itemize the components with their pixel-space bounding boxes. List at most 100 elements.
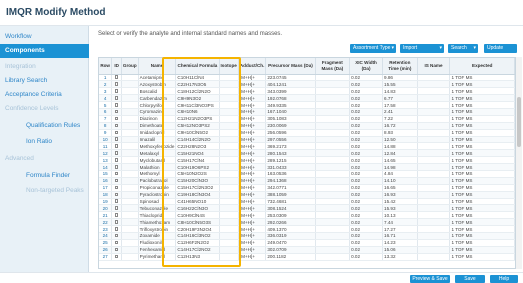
table-cell[interactable]: 0.02: [349, 156, 384, 165]
row-checkbox[interactable]: [114, 185, 119, 190]
table-cell[interactable]: 6.77: [382, 94, 418, 103]
table-cell[interactable]: 256.0596: [265, 129, 316, 137]
table-cell[interactable]: [417, 136, 451, 144]
name-cell[interactable]: Imidacloprid: [138, 129, 177, 137]
table-cell[interactable]: [M+H]+: [238, 156, 267, 165]
table-cell[interactable]: 1 TOF MS: [449, 163, 515, 171]
table-cell[interactable]: 0.02: [349, 163, 384, 171]
table-cell[interactable]: [121, 122, 139, 130]
name-cell[interactable]: Trifloxystrobin: [138, 225, 177, 233]
formula-cell[interactable]: C15H17Cl2N3O2: [175, 184, 220, 192]
column-header-is-name[interactable]: IS Name: [417, 58, 451, 75]
formula-cell[interactable]: C9H10ClN5O2: [175, 129, 220, 137]
table-cell[interactable]: 349.9335: [265, 101, 316, 109]
table-cell[interactable]: [219, 94, 239, 103]
row-select-cell[interactable]: [111, 74, 122, 82]
row-checkbox[interactable]: [114, 213, 119, 217]
table-cell[interactable]: [219, 136, 239, 144]
table-cell[interactable]: [417, 94, 451, 103]
table-row[interactable]: 13 Myclobutanil C15H17ClN4 [M+H]+ 289.1215 0.…: [99, 156, 515, 165]
name-cell[interactable]: Dimethoate: [138, 122, 177, 130]
name-cell[interactable]: Propiconazole: [138, 184, 177, 192]
row-select-cell[interactable]: [111, 170, 122, 178]
table-cell[interactable]: 200.1182: [265, 253, 316, 261]
table-cell[interactable]: [121, 115, 139, 123]
table-cell[interactable]: 1 TOF MS: [449, 239, 515, 247]
table-cell[interactable]: [219, 74, 239, 82]
table-cell[interactable]: [417, 142, 451, 151]
table-cell[interactable]: [M+H]+: [238, 94, 267, 103]
table-cell[interactable]: [417, 246, 451, 254]
table-cell[interactable]: 15.42: [382, 198, 418, 206]
table-cell[interactable]: 302.0709: [265, 246, 316, 254]
table-cell[interactable]: [417, 177, 451, 185]
sidebar-item-components[interactable]: Components: [0, 44, 89, 58]
table-cell[interactable]: [M+H]+: [238, 136, 267, 144]
table-cell[interactable]: [315, 184, 351, 192]
table-row[interactable]: 1 Acetamiprid C10H11ClN4 [M+H]+ 223.0745 0.02…: [99, 74, 515, 82]
row-checkbox[interactable]: [114, 137, 119, 141]
table-cell[interactable]: 0.02: [349, 74, 384, 82]
table-cell[interactable]: [315, 225, 351, 233]
table-cell[interactable]: 14.98: [382, 163, 418, 171]
row-number-cell[interactable]: 2: [99, 80, 113, 89]
table-cell[interactable]: [M+H]+: [238, 204, 267, 213]
table-cell[interactable]: [417, 156, 451, 165]
column-header-group[interactable]: Group: [121, 58, 139, 75]
table-cell[interactable]: [315, 101, 351, 109]
table-cell[interactable]: [M+H]+: [238, 170, 267, 178]
row-number-cell[interactable]: 17: [99, 184, 113, 192]
formula-cell[interactable]: C9H9N3O2: [175, 94, 220, 103]
name-cell[interactable]: Methomyl: [138, 170, 177, 178]
table-cell[interactable]: [219, 204, 239, 213]
table-cell[interactable]: [219, 191, 239, 199]
table-row[interactable]: 3 Boscalid C18H12Cl2N2O [M+H]+ 343.0399 0.02 1…: [99, 87, 515, 96]
table-cell[interactable]: 1 TOF MS: [449, 94, 515, 103]
column-header-row[interactable]: Row: [99, 58, 113, 75]
table-cell[interactable]: 0.02: [349, 94, 384, 103]
table-cell[interactable]: [315, 108, 351, 116]
table-cell[interactable]: 2.41: [382, 108, 418, 116]
row-number-cell[interactable]: 3: [99, 87, 113, 96]
table-row[interactable]: 20 Tebuconazole C16H22ClN3O [M+H]+ 308.1524 0…: [99, 204, 515, 213]
row-number-cell[interactable]: 7: [99, 115, 113, 123]
table-cell[interactable]: [121, 108, 139, 116]
table-cell[interactable]: [M+H]+: [238, 218, 267, 227]
table-cell[interactable]: [M+H]+: [238, 142, 267, 151]
row-select-cell[interactable]: [111, 218, 122, 227]
formula-cell[interactable]: C10H11ClN4: [175, 74, 220, 82]
table-cell[interactable]: [121, 170, 139, 178]
table-cell[interactable]: [M+H]+: [238, 80, 267, 89]
row-select-cell[interactable]: [111, 80, 122, 89]
table-cell[interactable]: 15.06: [382, 246, 418, 254]
table-cell[interactable]: 12.50: [382, 136, 418, 144]
name-cell[interactable]: Zoxamide: [138, 232, 177, 240]
name-cell[interactable]: Thiacloprid: [138, 211, 177, 220]
table-cell[interactable]: [315, 191, 351, 199]
table-cell[interactable]: 305.1083: [265, 115, 316, 123]
table-cell[interactable]: [M+H]+: [238, 211, 267, 220]
table-cell[interactable]: [315, 156, 351, 165]
row-number-cell[interactable]: 11: [99, 142, 113, 151]
table-cell[interactable]: [219, 239, 239, 247]
table-cell[interactable]: [417, 101, 451, 109]
table-row[interactable]: 21 Thiacloprid C10H9ClN4S [M+H]+ 253.0309 0.0…: [99, 211, 515, 220]
name-cell[interactable]: Carbendazim: [138, 94, 177, 103]
search-select[interactable]: Search ▾: [448, 44, 478, 53]
table-cell[interactable]: [121, 218, 139, 227]
table-cell[interactable]: [121, 149, 139, 158]
table-cell[interactable]: [315, 204, 351, 213]
table-cell[interactable]: [417, 239, 451, 247]
table-row[interactable]: 8 Dimethoate C5H12NO3PS2 [M+H]+ 230.0069 0.02…: [99, 122, 515, 130]
update-button[interactable]: Update: [484, 44, 517, 53]
row-number-cell[interactable]: 6: [99, 108, 113, 116]
table-cell[interactable]: [219, 115, 239, 123]
row-select-cell[interactable]: [111, 149, 122, 158]
table-cell[interactable]: 16.65: [382, 184, 418, 192]
table-cell[interactable]: [417, 115, 451, 123]
table-cell[interactable]: 1 TOF MS: [449, 232, 515, 240]
table-cell[interactable]: [M+H]+: [238, 108, 267, 116]
table-row[interactable]: 25 Fludioxonil C12H6F2N2O2 [M+H]+ 249.0470 0.…: [99, 239, 515, 247]
table-cell[interactable]: [417, 232, 451, 240]
row-checkbox[interactable]: [114, 240, 119, 245]
